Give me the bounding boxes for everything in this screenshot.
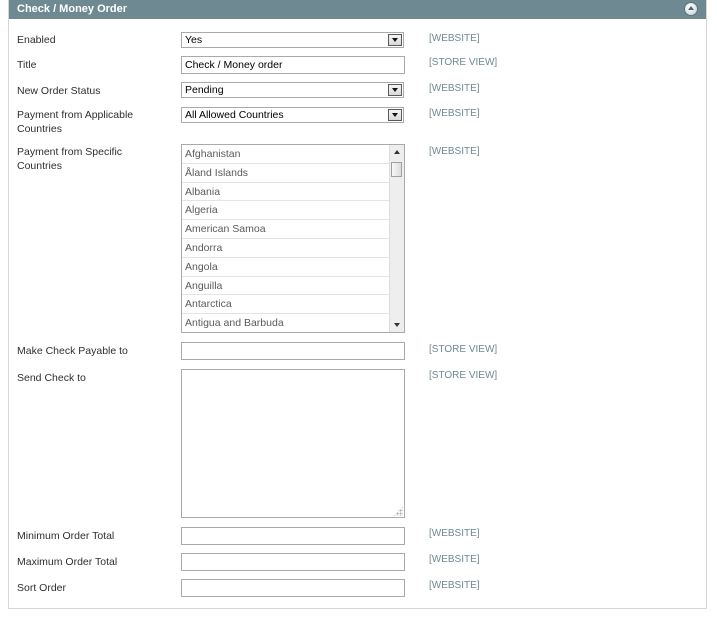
max-order-total-label: Maximum Order Total: [17, 556, 118, 568]
send-check-to-textarea[interactable]: [181, 369, 405, 518]
scrollbar-thumb[interactable]: [391, 162, 402, 177]
enabled-label: Enabled: [17, 34, 56, 46]
specific-countries-label: Payment from Specific Countries: [17, 146, 123, 172]
country-option[interactable]: Afghanistan: [182, 145, 389, 164]
enabled-select[interactable]: Yes: [181, 32, 404, 48]
country-option[interactable]: Albania: [182, 183, 389, 202]
new-order-status-value: Pending: [185, 84, 224, 96]
dropdown-arrow-icon[interactable]: [388, 84, 402, 96]
country-option[interactable]: Angola: [182, 258, 389, 277]
scroll-up-arrow-icon[interactable]: [390, 145, 404, 160]
section-title: Check / Money Order: [17, 3, 128, 15]
enabled-scope: [WEBSITE]: [429, 33, 480, 44]
dropdown-arrow-icon[interactable]: [388, 34, 402, 46]
sort-order-label: Sort Order: [17, 582, 67, 594]
country-option[interactable]: Åland Islands: [182, 164, 389, 183]
chevron-up-circle-icon[interactable]: [685, 3, 697, 15]
sort-order-input[interactable]: [181, 579, 405, 597]
payable-to-label: Make Check Payable to: [17, 345, 128, 357]
vertical-scrollbar[interactable]: [389, 145, 404, 332]
panel-header[interactable]: Check / Money Order: [9, 0, 706, 19]
country-list: Afghanistan Åland Islands Albania Algeri…: [182, 145, 389, 332]
min-order-total-scope: [WEBSITE]: [429, 528, 480, 539]
title-input[interactable]: [181, 56, 405, 74]
applicable-countries-value: All Allowed Countries: [185, 109, 284, 121]
country-option[interactable]: Anguilla: [182, 277, 389, 296]
new-order-status-select[interactable]: Pending: [181, 82, 404, 98]
scroll-down-arrow-icon[interactable]: [390, 317, 404, 332]
new-order-status-label: New Order Status: [17, 85, 101, 97]
country-option[interactable]: Algeria: [182, 201, 389, 221]
specific-countries-multiselect[interactable]: Afghanistan Åland Islands Albania Algeri…: [181, 144, 405, 333]
max-order-total-scope: [WEBSITE]: [429, 554, 480, 565]
min-order-total-label: Minimum Order Total: [17, 530, 115, 542]
specific-countries-scope: [WEBSITE]: [429, 146, 480, 157]
send-check-to-scope: [STORE VIEW]: [429, 370, 498, 381]
title-scope: [STORE VIEW]: [429, 57, 498, 68]
country-option[interactable]: Andorra: [182, 239, 389, 258]
applicable-countries-select[interactable]: All Allowed Countries: [181, 107, 404, 123]
applicable-countries-label: Payment from Applicable Countries: [17, 109, 134, 135]
payable-to-scope: [STORE VIEW]: [429, 344, 498, 355]
country-option[interactable]: American Samoa: [182, 220, 389, 239]
max-order-total-input[interactable]: [181, 553, 405, 571]
country-option[interactable]: Antarctica: [182, 295, 389, 315]
min-order-total-input[interactable]: [181, 527, 405, 545]
new-order-status-scope: [WEBSITE]: [429, 83, 480, 94]
title-label: Title: [17, 59, 37, 71]
enabled-select-value: Yes: [185, 34, 203, 46]
payable-to-input[interactable]: [181, 342, 405, 360]
applicable-countries-scope: [WEBSITE]: [429, 108, 480, 119]
sort-order-scope: [WEBSITE]: [429, 580, 480, 591]
country-option[interactable]: Antigua and Barbuda: [182, 314, 389, 332]
send-check-to-label: Send Check to: [17, 372, 86, 384]
dropdown-arrow-icon[interactable]: [388, 109, 402, 121]
